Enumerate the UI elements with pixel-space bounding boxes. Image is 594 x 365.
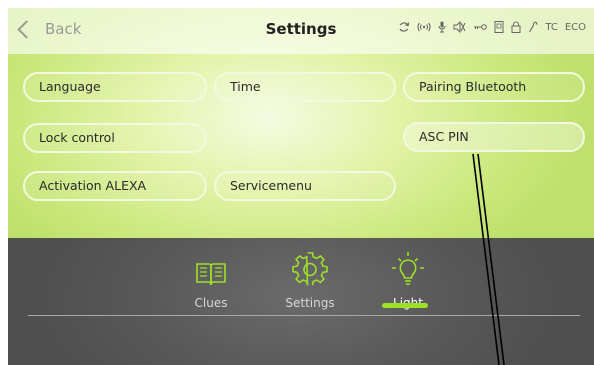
header-bar: Back Settings TC ECO [8, 8, 594, 54]
tab-clues[interactable]: Clues [171, 250, 251, 310]
mute-icon [453, 21, 466, 33]
settings-panel: Back Settings TC ECO Language Time Pairi… [8, 8, 594, 238]
tab-clues-label: Clues [194, 296, 228, 310]
bottom-navigation: Clues Settings [8, 238, 594, 365]
tab-settings[interactable]: Settings [270, 250, 350, 310]
wrench-icon [528, 21, 538, 33]
chevron-left-icon [17, 19, 36, 39]
signal-icon [417, 22, 431, 32]
phone-icon [494, 21, 504, 33]
sync-icon [398, 21, 410, 33]
servicemenu-button[interactable]: Servicemenu [214, 171, 396, 201]
lock-icon [511, 21, 521, 33]
key-icon [473, 23, 488, 31]
time-button[interactable]: Time [214, 72, 396, 102]
asc-pin-button[interactable]: ASC PIN [403, 122, 585, 152]
tab-settings-label: Settings [285, 296, 335, 310]
gear-icon [270, 250, 350, 288]
tc-indicator: TC [545, 21, 558, 33]
status-bar: TC ECO [398, 21, 586, 33]
divider [28, 315, 580, 316]
lightbulb-icon [368, 250, 448, 288]
back-label: Back [45, 20, 82, 38]
book-icon [171, 250, 251, 288]
activation-alexa-button[interactable]: Activation ALEXA [23, 171, 207, 201]
lock-control-button[interactable]: Lock control [23, 123, 207, 153]
back-button[interactable]: Back [14, 19, 82, 39]
active-tab-indicator [382, 303, 428, 308]
eco-indicator: ECO [564, 21, 586, 33]
microphone-icon [438, 21, 446, 33]
screen: Back Settings TC ECO Language Time Pairi… [8, 8, 594, 365]
tab-light[interactable]: Light [368, 250, 448, 310]
pairing-bluetooth-button[interactable]: Pairing Bluetooth [403, 72, 585, 102]
language-button[interactable]: Language [23, 72, 207, 102]
